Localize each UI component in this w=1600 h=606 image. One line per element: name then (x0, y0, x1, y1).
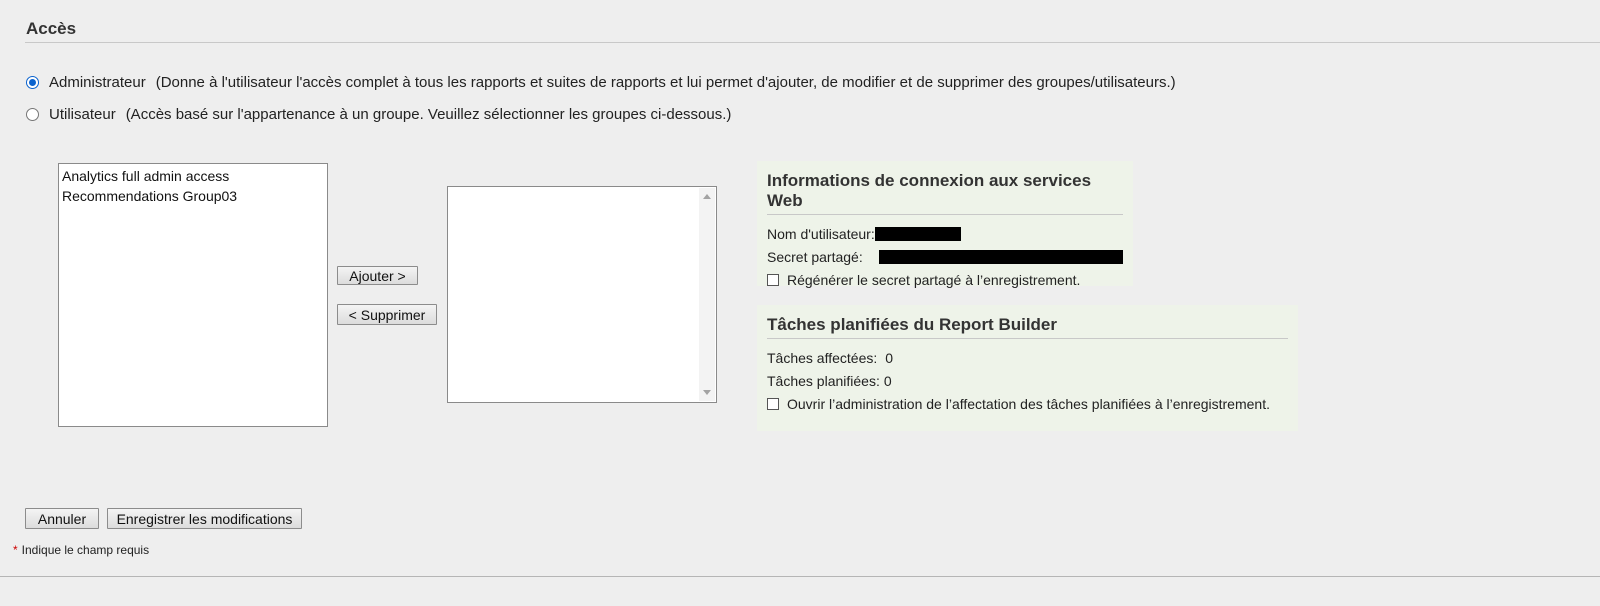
bottom-divider (0, 576, 1600, 577)
open-admin-label[interactable]: Ouvrir l’administration de l’affectation… (787, 396, 1270, 412)
radio-row-admin[interactable]: Administrateur (Donne à l'utilisateur l'… (26, 74, 1176, 91)
secret-row: Secret partagé: (767, 245, 1123, 268)
scheduled-tasks-row: Tâches planifiées: 0 (767, 369, 1288, 392)
add-group-button[interactable]: Ajouter > (337, 266, 418, 285)
report-builder-title: Tâches planifiées du Report Builder (767, 315, 1288, 339)
web-services-title: Informations de connexion aux services W… (767, 171, 1123, 215)
scroll-down-arrow-icon[interactable] (703, 390, 711, 395)
remove-group-button[interactable]: < Supprimer (337, 304, 437, 325)
section-title: Accès (26, 19, 77, 38)
required-note-text: Indique le champ requis (21, 543, 150, 557)
username-row: Nom d'utilisateur: (767, 222, 1123, 245)
assigned-tasks-row: Tâches affectées: 0 (767, 346, 1288, 369)
report-builder-panel: Tâches planifiées du Report Builder Tâch… (757, 305, 1298, 431)
user-radio-label[interactable]: Utilisateur (49, 106, 116, 123)
username-redaction (874, 226, 961, 241)
web-services-panel: Informations de connexion aux services W… (757, 161, 1133, 288)
user-radio-description: (Accès basé sur l'appartenance à un grou… (125, 106, 732, 123)
assigned-tasks-value: 0 (885, 349, 894, 366)
list-item[interactable]: Analytics full admin access (62, 166, 324, 186)
selected-groups-list[interactable] (447, 186, 717, 403)
admin-radio-label[interactable]: Administrateur (49, 74, 146, 91)
required-asterisk: * (13, 543, 18, 557)
regenerate-row[interactable]: Régénérer le secret partagé à l’enregist… (767, 268, 1123, 291)
secret-redaction (878, 249, 1123, 264)
list-scrollbar[interactable] (699, 188, 715, 401)
open-admin-checkbox[interactable] (767, 397, 779, 410)
title-divider (25, 42, 1600, 43)
required-field-note: * Indique le champ requis (13, 543, 149, 557)
open-admin-row[interactable]: Ouvrir l’administration de l’affectation… (767, 392, 1288, 415)
radio-row-user[interactable]: Utilisateur (Accès basé sur l'appartenan… (26, 106, 731, 123)
scheduled-tasks-label: Tâches planifiées: (767, 372, 880, 389)
user-radio[interactable] (26, 108, 39, 121)
username-label: Nom d'utilisateur: (767, 225, 875, 242)
regenerate-checkbox[interactable] (767, 273, 779, 286)
secret-label: Secret partagé: (767, 248, 863, 265)
admin-radio-description: (Donne à l'utilisateur l'accès complet à… (155, 74, 1176, 91)
cancel-button[interactable]: Annuler (25, 508, 99, 529)
scroll-up-arrow-icon[interactable] (703, 194, 711, 199)
list-item[interactable]: Recommendations Group03 (62, 186, 324, 206)
admin-radio[interactable] (26, 76, 39, 89)
regenerate-label[interactable]: Régénérer le secret partagé à l’enregist… (787, 272, 1080, 288)
assigned-tasks-label: Tâches affectées: (767, 349, 878, 366)
available-groups-list[interactable]: Analytics full admin access Recommendati… (58, 163, 328, 427)
save-changes-button[interactable]: Enregistrer les modifications (107, 508, 302, 529)
scheduled-tasks-value: 0 (883, 372, 892, 389)
